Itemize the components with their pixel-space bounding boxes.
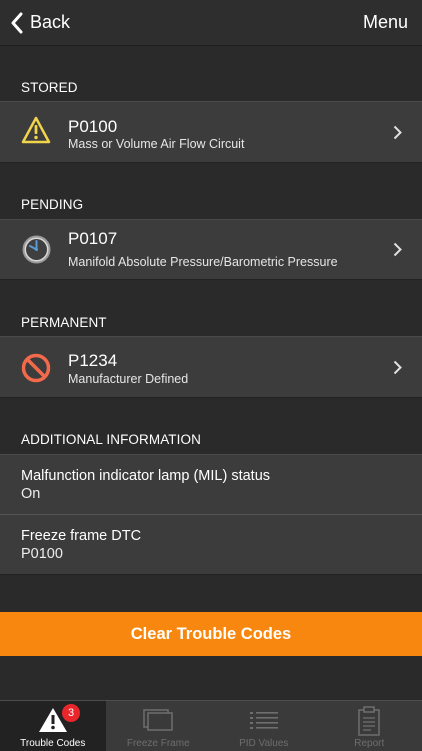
tab-trouble-codes[interactable]: 3 Trouble Codes xyxy=(0,701,106,751)
tab-report[interactable]: Report xyxy=(317,701,422,751)
dtc-row-permanent[interactable]: P1234 Manufacturer Defined xyxy=(0,336,422,398)
section-header-pending: PENDING xyxy=(21,197,83,212)
no-entry-icon xyxy=(21,353,51,383)
trouble-codes-badge: 3 xyxy=(62,704,80,722)
section-header-stored: STORED xyxy=(21,80,78,95)
clock-icon xyxy=(21,234,52,265)
info-label: Freeze frame DTC xyxy=(21,528,141,544)
tab-pid-values[interactable]: PID Values xyxy=(211,701,317,751)
dtc-description: Manifold Absolute Pressure/Barometric Pr… xyxy=(68,255,338,269)
navigation-bar: Back Menu xyxy=(0,0,422,46)
chevron-left-icon xyxy=(10,12,24,34)
back-button[interactable]: Back xyxy=(10,0,70,45)
dtc-description: Mass or Volume Air Flow Circuit xyxy=(68,137,244,151)
tab-label: Report xyxy=(354,738,384,749)
dtc-code: P1234 xyxy=(68,351,117,371)
dtc-row-pending[interactable]: P0107 Manifold Absolute Pressure/Baromet… xyxy=(0,219,422,280)
dtc-description: Manufacturer Defined xyxy=(68,372,188,386)
tab-bar: 3 Trouble Codes Freeze Frame PID Values xyxy=(0,700,422,751)
section-header-permanent: PERMANENT xyxy=(21,315,107,330)
info-label: Malfunction indicator lamp (MIL) status xyxy=(21,468,270,484)
info-value: On xyxy=(21,486,40,502)
section-header-additional: ADDITIONAL INFORMATION xyxy=(21,432,201,447)
chevron-right-icon xyxy=(393,125,402,140)
tab-label: Trouble Codes xyxy=(20,738,85,749)
chevron-right-icon xyxy=(393,360,402,375)
tab-freeze-frame[interactable]: Freeze Frame xyxy=(106,701,212,751)
clipboard-icon xyxy=(357,706,381,736)
back-label: Back xyxy=(30,12,70,33)
freeze-frame-icon xyxy=(143,709,173,731)
dtc-code: P0107 xyxy=(68,229,117,249)
info-row-mil-status: Malfunction indicator lamp (MIL) status … xyxy=(0,454,422,514)
list-icon xyxy=(249,710,279,730)
tab-label: PID Values xyxy=(239,738,288,749)
info-row-freeze-frame-dtc: Freeze frame DTC P0100 xyxy=(0,515,422,575)
clear-trouble-codes-button[interactable]: Clear Trouble Codes xyxy=(0,612,422,656)
menu-button[interactable]: Menu xyxy=(363,0,408,45)
dtc-code: P0100 xyxy=(68,117,117,137)
tab-label: Freeze Frame xyxy=(127,738,190,749)
warning-icon xyxy=(21,116,51,144)
info-value: P0100 xyxy=(21,546,63,562)
chevron-right-icon xyxy=(393,242,402,257)
dtc-row-stored[interactable]: P0100 Mass or Volume Air Flow Circuit xyxy=(0,101,422,163)
